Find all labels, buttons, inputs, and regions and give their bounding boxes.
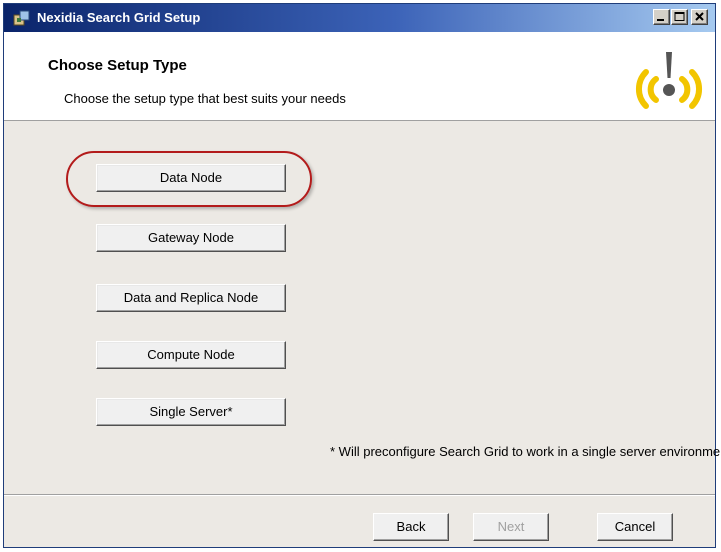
gateway-node-button[interactable]: Gateway Node: [96, 224, 286, 252]
back-button[interactable]: Back: [373, 513, 449, 541]
setup-window: Nexidia Search Grid Setup Choose Setup T…: [3, 3, 721, 548]
close-button[interactable]: [691, 9, 708, 25]
maximize-button[interactable]: [671, 9, 688, 25]
window-title: Nexidia Search Grid Setup: [37, 10, 201, 25]
title-bar[interactable]: Nexidia Search Grid Setup: [4, 4, 715, 32]
next-button[interactable]: Next: [473, 513, 549, 541]
installer-app-icon: [13, 9, 31, 27]
compute-node-button[interactable]: Compute Node: [96, 341, 286, 369]
page-title: Choose Setup Type: [48, 57, 187, 74]
maximize-icon: [674, 12, 685, 21]
data-node-button[interactable]: Data Node: [96, 164, 286, 192]
close-icon: [695, 12, 704, 21]
single-server-button[interactable]: Single Server*: [96, 398, 286, 426]
nexidia-broadcast-icon: [630, 50, 708, 116]
page-subtitle: Choose the setup type that best suits yo…: [64, 91, 346, 106]
single-server-note: * Will preconfigure Search Grid to work …: [330, 444, 721, 459]
cancel-button[interactable]: Cancel: [597, 513, 673, 541]
footer-divider: [4, 494, 715, 496]
minimize-icon: [657, 19, 664, 21]
data-and-replica-node-button[interactable]: Data and Replica Node: [96, 284, 286, 312]
header-panel: Choose Setup Type Choose the setup type …: [4, 32, 715, 121]
minimize-button[interactable]: [653, 9, 670, 25]
